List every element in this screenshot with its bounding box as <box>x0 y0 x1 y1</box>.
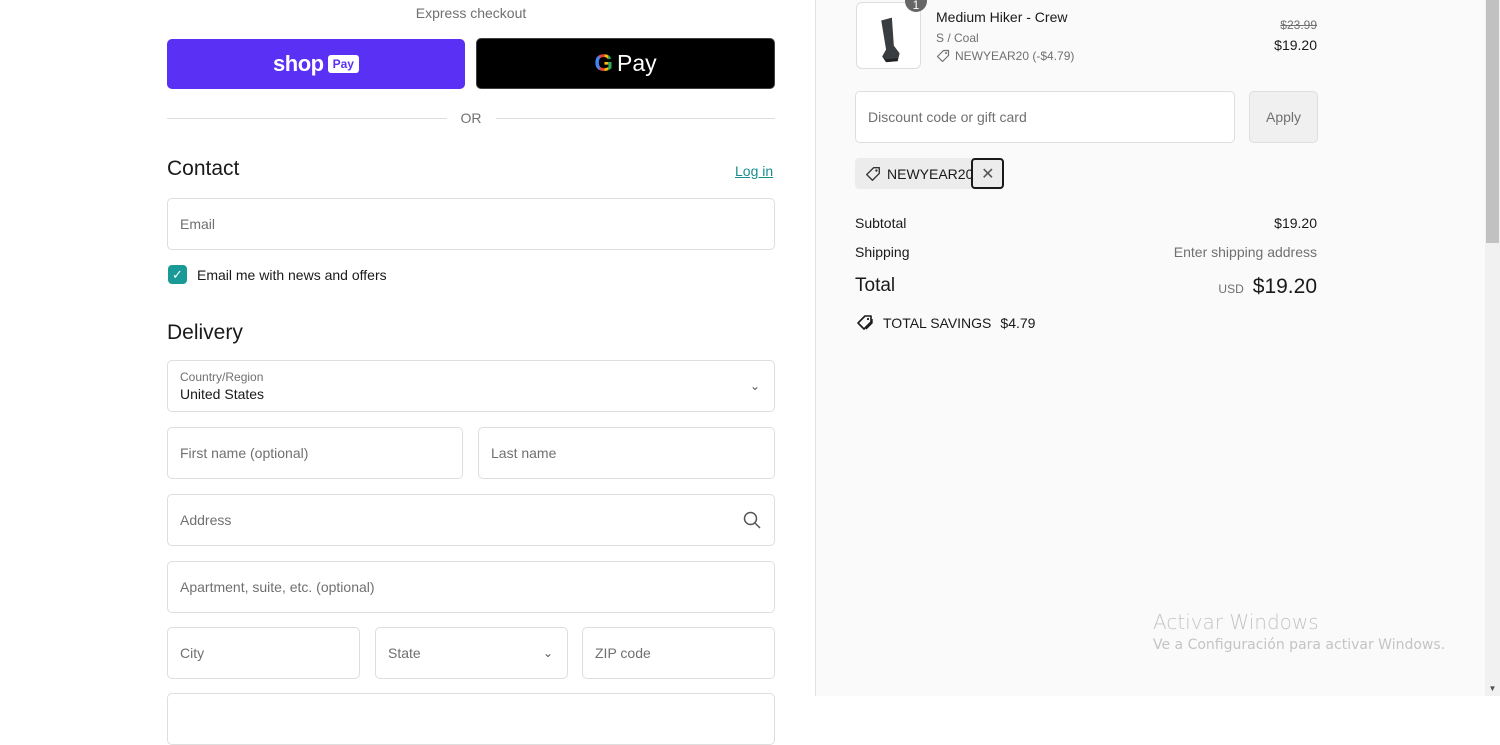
delivery-title: Delivery <box>167 321 243 344</box>
savings-tag-icon <box>857 315 873 330</box>
sock-image <box>881 17 900 63</box>
product-variant: S / Coal <box>936 31 979 45</box>
first-name-input[interactable] <box>168 428 462 478</box>
last-name-input[interactable] <box>479 428 774 478</box>
savings-label: TOTAL SAVINGS <box>883 315 992 331</box>
google-pay-button[interactable]: G Pay <box>476 38 775 89</box>
country-label: Country/Region <box>180 370 264 384</box>
original-price: $23.99 <box>1280 18 1317 32</box>
total-value-group: USD $19.20 <box>1218 275 1317 299</box>
email-field[interactable] <box>167 198 775 250</box>
applied-discount-chip: NEWYEAR20 ✕ <box>855 158 1005 189</box>
applied-code: NEWYEAR20 <box>887 165 974 182</box>
or-text: OR <box>460 110 482 126</box>
checkout-form-panel: Express checkout shop Pay G Pay OR Conta… <box>0 0 815 745</box>
tag-icon <box>866 166 880 181</box>
discount-field[interactable] <box>855 91 1235 143</box>
address-field[interactable] <box>167 494 775 546</box>
total-label: Total <box>855 275 896 296</box>
state-select[interactable]: State ⌄ <box>375 627 568 679</box>
address-input[interactable] <box>168 495 774 545</box>
city-field[interactable] <box>167 627 360 679</box>
windows-activation-subtitle: Ve a Configuración para activar Windows. <box>1153 637 1446 653</box>
last-name-field[interactable] <box>478 427 775 479</box>
discount-input[interactable] <box>856 92 1234 142</box>
contact-title: Contact <box>167 157 240 180</box>
divider-line <box>495 117 775 119</box>
zip-field[interactable] <box>582 627 775 679</box>
product-thumbnail <box>856 2 921 69</box>
apply-button[interactable]: Apply <box>1249 91 1318 143</box>
tag-icon <box>936 49 950 63</box>
apartment-field[interactable] <box>167 561 775 613</box>
savings-value: $4.79 <box>1000 315 1036 331</box>
total-savings: TOTAL SAVINGS $4.79 <box>856 314 1035 332</box>
total-currency: USD <box>1218 282 1244 296</box>
product-discount-text: NEWYEAR20 (-$4.79) <box>955 49 1075 63</box>
chevron-down-icon: ⌄ <box>749 379 760 393</box>
total-amount: $19.20 <box>1252 275 1317 298</box>
email-input[interactable] <box>168 199 774 249</box>
shop-pay-button[interactable]: shop Pay <box>167 39 465 89</box>
subtotal-label: Subtotal <box>855 215 907 231</box>
windows-activation-title: Activar Windows <box>1153 610 1319 634</box>
login-link[interactable]: Log in <box>735 163 773 179</box>
first-name-field[interactable] <box>167 427 463 479</box>
product-name: Medium Hiker - Crew <box>936 9 1068 25</box>
search-icon <box>743 511 761 529</box>
product-discount: NEWYEAR20 (-$4.79) <box>936 49 1074 63</box>
express-checkout-title: Express checkout <box>415 5 527 21</box>
apartment-input[interactable] <box>168 562 774 612</box>
shop-pay-badge: Pay <box>327 55 359 73</box>
or-divider: OR <box>167 108 775 128</box>
phone-field[interactable] <box>167 693 775 745</box>
close-icon: ✕ <box>981 165 995 183</box>
remove-discount-button[interactable]: ✕ <box>971 158 1005 189</box>
country-select[interactable]: Country/Region United States ⌄ <box>167 360 775 412</box>
shipping-value: Enter shipping address <box>1173 244 1317 260</box>
chevron-down-icon: ⌄ <box>542 646 553 660</box>
page-scrollbar[interactable]: ▼ <box>1485 0 1500 696</box>
divider-line <box>167 117 447 119</box>
country-value: United States <box>180 386 265 402</box>
subtotal-value: $19.20 <box>1274 215 1317 231</box>
scroll-down-arrow-icon[interactable]: ▼ <box>1485 681 1500 696</box>
item-price: $19.20 <box>1274 37 1317 53</box>
scrollbar-thumb[interactable] <box>1486 0 1499 243</box>
google-g-icon: G <box>594 49 614 77</box>
google-pay-label: Pay <box>617 50 657 76</box>
newsletter-checkbox[interactable]: ✓ <box>168 265 187 284</box>
state-placeholder: State <box>388 645 421 661</box>
city-input[interactable] <box>168 628 359 678</box>
shipping-label: Shipping <box>855 244 910 260</box>
zip-input[interactable] <box>583 628 774 678</box>
shop-pay-logo: shop <box>273 51 324 76</box>
newsletter-label: Email me with news and offers <box>197 267 387 283</box>
